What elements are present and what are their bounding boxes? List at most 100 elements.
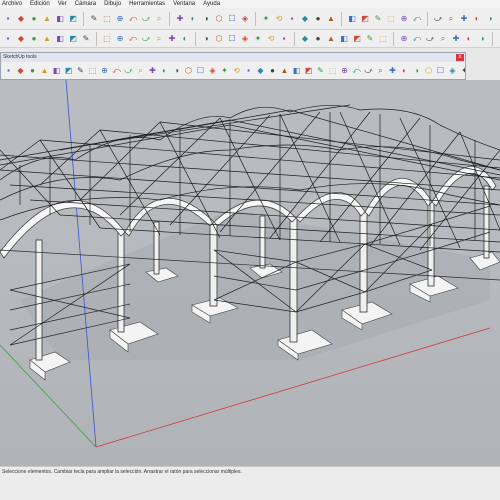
menu-item[interactable]: Ventana <box>173 0 195 8</box>
rectangle-icon[interactable]: ◑ <box>200 13 212 25</box>
move-icon[interactable]: ✎ <box>75 65 86 76</box>
cut-icon[interactable]: ▲ <box>41 13 53 25</box>
viewport-canvas[interactable] <box>0 80 500 466</box>
3d-text-icon[interactable]: ⌕ <box>445 13 457 25</box>
back-icon[interactable]: ⌕ <box>375 65 386 76</box>
paste-icon[interactable]: ◩ <box>67 13 79 25</box>
paint-icon[interactable]: ✦ <box>219 65 230 76</box>
left-icon[interactable]: ✚ <box>387 65 398 76</box>
position-icon[interactable]: ⤺ <box>351 65 362 76</box>
solid-trim-icon[interactable]: ◧ <box>338 33 350 45</box>
orbit-icon[interactable]: ✚ <box>458 13 470 25</box>
geo-location-icon[interactable]: ◐ <box>463 33 475 45</box>
arc-icon[interactable]: ◆ <box>15 33 27 45</box>
pan-icon[interactable]: ◐ <box>471 13 483 25</box>
axes-icon[interactable]: ⤻ <box>432 13 444 25</box>
dimension-icon[interactable]: ◑ <box>171 65 182 76</box>
solid-split-icon[interactable]: ◩ <box>351 33 363 45</box>
bottom-icon[interactable]: ⬡ <box>423 65 434 76</box>
eraser-icon[interactable]: ⬚ <box>101 33 113 45</box>
text-icon[interactable]: ⤺ <box>411 13 423 25</box>
look-icon[interactable]: ⊕ <box>339 65 350 76</box>
move-icon[interactable]: ▪ <box>286 13 298 25</box>
freehand-icon[interactable]: ⟲ <box>273 13 285 25</box>
select-icon[interactable]: ⤻ <box>140 13 152 25</box>
line-icon[interactable]: ◩ <box>67 33 79 45</box>
undo-icon[interactable]: ⬚ <box>101 13 113 25</box>
drape-icon[interactable]: ⤺ <box>411 33 423 45</box>
iso-icon[interactable]: ☐ <box>435 65 446 76</box>
eraser-icon[interactable]: ⟲ <box>231 65 242 76</box>
axes-icon[interactable]: ☐ <box>195 65 206 76</box>
circle-icon[interactable]: ▲ <box>41 33 53 45</box>
copy-icon[interactable]: ◧ <box>54 13 66 25</box>
wire-icon[interactable]: ✦ <box>459 65 465 76</box>
back-view-icon[interactable]: ⟲ <box>265 33 277 45</box>
new-icon[interactable]: ▪ <box>2 13 14 25</box>
tape-icon[interactable]: ⊕ <box>114 33 126 45</box>
right-icon[interactable]: ◐ <box>399 65 410 76</box>
protractor-icon[interactable]: ◐ <box>159 65 170 76</box>
redo-icon[interactable]: ⊕ <box>114 13 126 25</box>
offset-icon[interactable]: ◩ <box>359 13 371 25</box>
paint-icon[interactable]: ✎ <box>80 33 92 45</box>
line-icon[interactable]: ▪ <box>3 65 14 76</box>
push-pull-icon[interactable]: ⤺ <box>111 65 122 76</box>
add-detail-icon[interactable]: ⤻ <box>424 33 436 45</box>
pan-icon[interactable]: ▲ <box>279 65 290 76</box>
protractor-icon[interactable]: ⊕ <box>398 13 410 25</box>
walk-icon[interactable]: ⬚ <box>327 65 338 76</box>
right-view-icon[interactable]: ✦ <box>252 33 264 45</box>
paint-bucket-icon[interactable]: ✚ <box>174 13 186 25</box>
left-view-icon[interactable]: ▪ <box>278 33 290 45</box>
pencil-icon[interactable]: ▪ <box>2 33 14 45</box>
arc-icon[interactable]: ◆ <box>15 65 26 76</box>
rotate-icon[interactable]: ● <box>312 13 324 25</box>
rotate-icon[interactable]: ⌕ <box>153 33 165 45</box>
xray-icon[interactable]: ◈ <box>447 65 458 76</box>
zoom-icon[interactable]: ◑ <box>484 13 496 25</box>
arc-icon[interactable]: ◈ <box>239 13 251 25</box>
solid-union-icon[interactable]: ● <box>312 33 324 45</box>
solid-subtract-icon[interactable]: ▲ <box>325 33 337 45</box>
push-pull-icon[interactable]: ◆ <box>299 13 311 25</box>
text-icon[interactable]: ◑ <box>200 33 212 45</box>
top-icon[interactable]: ◑ <box>411 65 422 76</box>
follow-me-icon[interactable]: ▲ <box>325 13 337 25</box>
polygon-icon[interactable]: ◧ <box>54 33 66 45</box>
menu-item[interactable]: Ver <box>58 0 67 8</box>
move-icon[interactable]: ⤺ <box>127 33 139 45</box>
menu-item[interactable]: Ayuda <box>203 0 220 8</box>
iso-view-icon[interactable]: ⬡ <box>213 33 225 45</box>
rectangle-icon[interactable]: ● <box>28 33 40 45</box>
menu-item[interactable]: Herramientas <box>129 0 165 8</box>
orbit-icon[interactable]: ● <box>267 65 278 76</box>
front-icon[interactable]: ⤻ <box>363 65 374 76</box>
front-view-icon[interactable]: ◈ <box>239 33 251 45</box>
section-icon[interactable]: ◈ <box>207 65 218 76</box>
polygon-icon[interactable]: ✦ <box>260 13 272 25</box>
polygon-icon[interactable]: ◧ <box>51 65 62 76</box>
circle-icon[interactable]: ▲ <box>39 65 50 76</box>
menu-item[interactable]: Archivo <box>2 0 22 8</box>
erase-icon[interactable]: ✎ <box>88 13 100 25</box>
floating-window-titlebar[interactable]: SketchUp tools x <box>1 53 465 62</box>
print-icon[interactable]: ⤺ <box>127 13 139 25</box>
rectangle-icon[interactable]: ● <box>27 65 38 76</box>
make-component-icon[interactable]: ⌕ <box>153 13 165 25</box>
model-viewport[interactable] <box>0 80 500 466</box>
top-view-icon[interactable]: ☐ <box>226 33 238 45</box>
save-icon[interactable]: ● <box>28 13 40 25</box>
sandbox-icon[interactable]: ✎ <box>364 33 376 45</box>
ruby-console-icon[interactable]: ◑ <box>476 33 488 45</box>
stamp-icon[interactable]: ⊕ <box>398 33 410 45</box>
open-icon[interactable]: ◆ <box>15 13 27 25</box>
line-icon[interactable]: ⬡ <box>213 13 225 25</box>
menu-item[interactable]: Cámara <box>75 0 96 8</box>
smoove-icon[interactable]: ⬚ <box>377 33 389 45</box>
menu-item[interactable]: Dibujo <box>104 0 121 8</box>
freehand-icon[interactable]: ◩ <box>63 65 74 76</box>
scale-icon[interactable]: ◧ <box>346 13 358 25</box>
scale-icon[interactable]: ⊕ <box>99 65 110 76</box>
menu-item[interactable]: Edición <box>30 0 50 8</box>
